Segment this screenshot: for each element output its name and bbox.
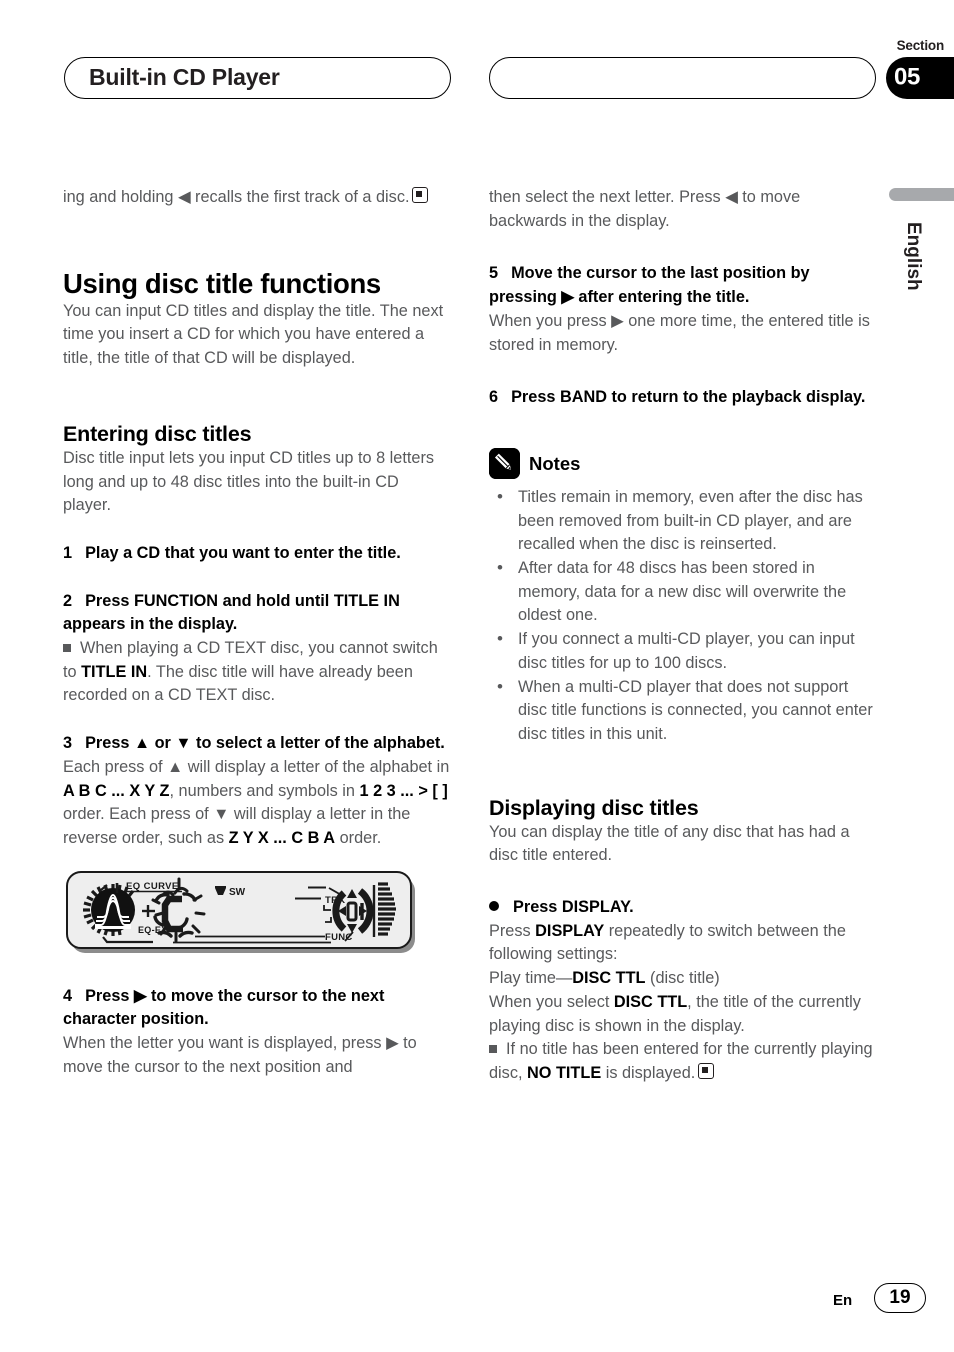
- continued-paragraph-part2: recalls the first track of a disc.: [190, 188, 410, 206]
- left-column: ing and holding ◀ recalls the first trac…: [63, 186, 451, 1079]
- page-header: Built-in CD Player: [0, 57, 954, 101]
- step-3-body-g: order.: [335, 828, 382, 847]
- right-column: then select the next letter. Press ◀ to …: [489, 186, 877, 1086]
- select-line-b: DISC TTL: [613, 992, 688, 1011]
- step-3-number: 3: [63, 734, 73, 753]
- continued-paragraph: ing and holding ◀ recalls the first trac…: [63, 186, 451, 210]
- section-badge: 05: [886, 57, 954, 99]
- section-label: Section: [896, 38, 945, 53]
- note-item: Titles remain in memory, even after the …: [489, 485, 877, 557]
- step-5: 5 Move the cursor to the last position by…: [489, 262, 877, 309]
- note-after-step-2: When playing a CD TEXT disc, you cannot …: [63, 637, 451, 708]
- end-of-section-icon: [412, 187, 429, 203]
- right-continued-paragraph: then select the next letter. Press ◀ to …: [489, 188, 801, 230]
- note-item: If you connect a multi-CD player, you ca…: [489, 627, 877, 675]
- round-bullet-icon: [489, 901, 499, 912]
- section-heading: Using disc title functions: [63, 267, 381, 299]
- bullet-step-press-display: Press DISPLAY.: [489, 896, 877, 920]
- notes-title: Notes: [529, 452, 581, 474]
- step-3-body-a: Each press of ▲ will display a letter of…: [63, 757, 450, 776]
- end-of-section-icon: [698, 1062, 715, 1079]
- settings-line-b: DISC TTL: [572, 969, 646, 988]
- settings-line-a: Play time—: [489, 969, 573, 988]
- step-3-body-f: Z Y X ... C B A: [228, 828, 336, 847]
- bullet-step-text: Press DISPLAY.: [513, 898, 634, 917]
- note-item: After data for 48 discs has been stored …: [489, 556, 877, 628]
- select-line: When you select DISC TTL, the title of t…: [489, 991, 877, 1038]
- settings-line: Play time—DISC TTL (disc title): [489, 967, 877, 991]
- step-4-number: 4: [63, 986, 73, 1005]
- display-body: Press DISPLAY repeatedly to switch betwe…: [489, 920, 877, 967]
- car-stereo-lcd-display-svg: EQ CURVE EQ-EX SW TRK FUNC: [66, 870, 415, 953]
- step-4-text: Press ▶ to move the cursor to the next c…: [63, 986, 385, 1029]
- step-4-body: When the letter you want is displayed, p…: [63, 1034, 417, 1076]
- select-line-a: When you select: [489, 992, 614, 1011]
- step-5-text: Move the cursor to the last position by …: [489, 264, 810, 307]
- svg-text:SW: SW: [229, 887, 246, 898]
- final-note-c: is displayed.: [601, 1063, 696, 1082]
- note-item: When a multi-CD player that does not sup…: [489, 675, 877, 747]
- language-tab-bar: [889, 188, 954, 201]
- step-1-text: Play a CD that you want to enter the tit…: [85, 543, 401, 562]
- note-after-step-2-b: TITLE IN: [81, 662, 148, 681]
- step-3-body: Each press of ▲ will display a letter of…: [63, 756, 451, 851]
- footer-page-number: 19: [874, 1283, 926, 1313]
- section-intro: You can input CD titles and display the …: [63, 301, 444, 368]
- footer-language-code: En: [833, 1292, 853, 1309]
- header-blank-pill: [489, 57, 876, 99]
- step-5-number: 5: [489, 264, 499, 283]
- step-2-number: 2: [63, 591, 73, 610]
- display-body-a: Press: [489, 921, 536, 940]
- subsection-heading-displaying: Displaying disc titles: [489, 795, 699, 820]
- svg-text:EQ CURVE: EQ CURVE: [126, 881, 179, 892]
- pencil-icon-svg: [489, 447, 520, 479]
- step-6: 6 Press BAND to return to the playback di…: [489, 386, 877, 410]
- subsection-heading-entering: Entering disc titles: [63, 421, 252, 446]
- continued-paragraph-part1: ing and holding: [63, 188, 178, 206]
- notes-header: Notes: [489, 447, 877, 479]
- step-1: 1 Play a CD that you want to enter the ti…: [63, 542, 451, 566]
- step-6-number: 6: [489, 388, 499, 407]
- final-note: If no title has been entered for the cur…: [489, 1038, 877, 1085]
- step-3: 3 Press ▲ or ▼ to select a letter of the …: [63, 732, 451, 756]
- section-number: 05: [894, 63, 921, 91]
- step-4: 4 Press ▶ to move the cursor to the next …: [63, 985, 451, 1032]
- step-3-text: Press ▲ or ▼ to select a letter of the a…: [85, 734, 445, 753]
- square-bullet-icon: [489, 1045, 497, 1054]
- display-figure: EQ CURVE EQ-EX SW TRK FUNC: [63, 869, 419, 955]
- left-arrow-icon: ◀: [177, 188, 191, 206]
- step-3-body-c: , numbers and symbols in: [169, 781, 360, 800]
- display-body-b: DISPLAY: [535, 921, 605, 940]
- pencil-icon: [489, 447, 520, 479]
- manual-page: Built-in CD Player Section 05 English in…: [0, 0, 954, 1352]
- step-3-body-b: A B C ... X Y Z: [63, 781, 170, 800]
- step-3-body-d: 1 2 3 ... > [ ]: [359, 781, 448, 800]
- step-2-text: Press FUNCTION and hold until TITLE IN a…: [63, 591, 400, 634]
- step-2: 2 Press FUNCTION and hold until TITLE IN …: [63, 590, 451, 637]
- step-6-text: Press BAND to return to the playback dis…: [511, 388, 866, 407]
- header-title-pill: Built-in CD Player: [64, 57, 451, 99]
- square-bullet-icon: [63, 644, 71, 653]
- language-tab-label: English: [903, 222, 924, 291]
- final-note-b: NO TITLE: [527, 1063, 602, 1082]
- page-title: Built-in CD Player: [89, 63, 280, 90]
- notes-list: Titles remain in memory, even after the …: [489, 485, 877, 747]
- step-5-body: When you press ▶ one more time, the ente…: [489, 311, 870, 354]
- subsection-intro-displaying: You can display the title of any disc th…: [489, 822, 850, 865]
- subsection-intro-entering: Disc title input lets you input CD title…: [63, 448, 435, 515]
- step-1-number: 1: [63, 543, 73, 562]
- settings-line-c: (disc title): [645, 969, 720, 988]
